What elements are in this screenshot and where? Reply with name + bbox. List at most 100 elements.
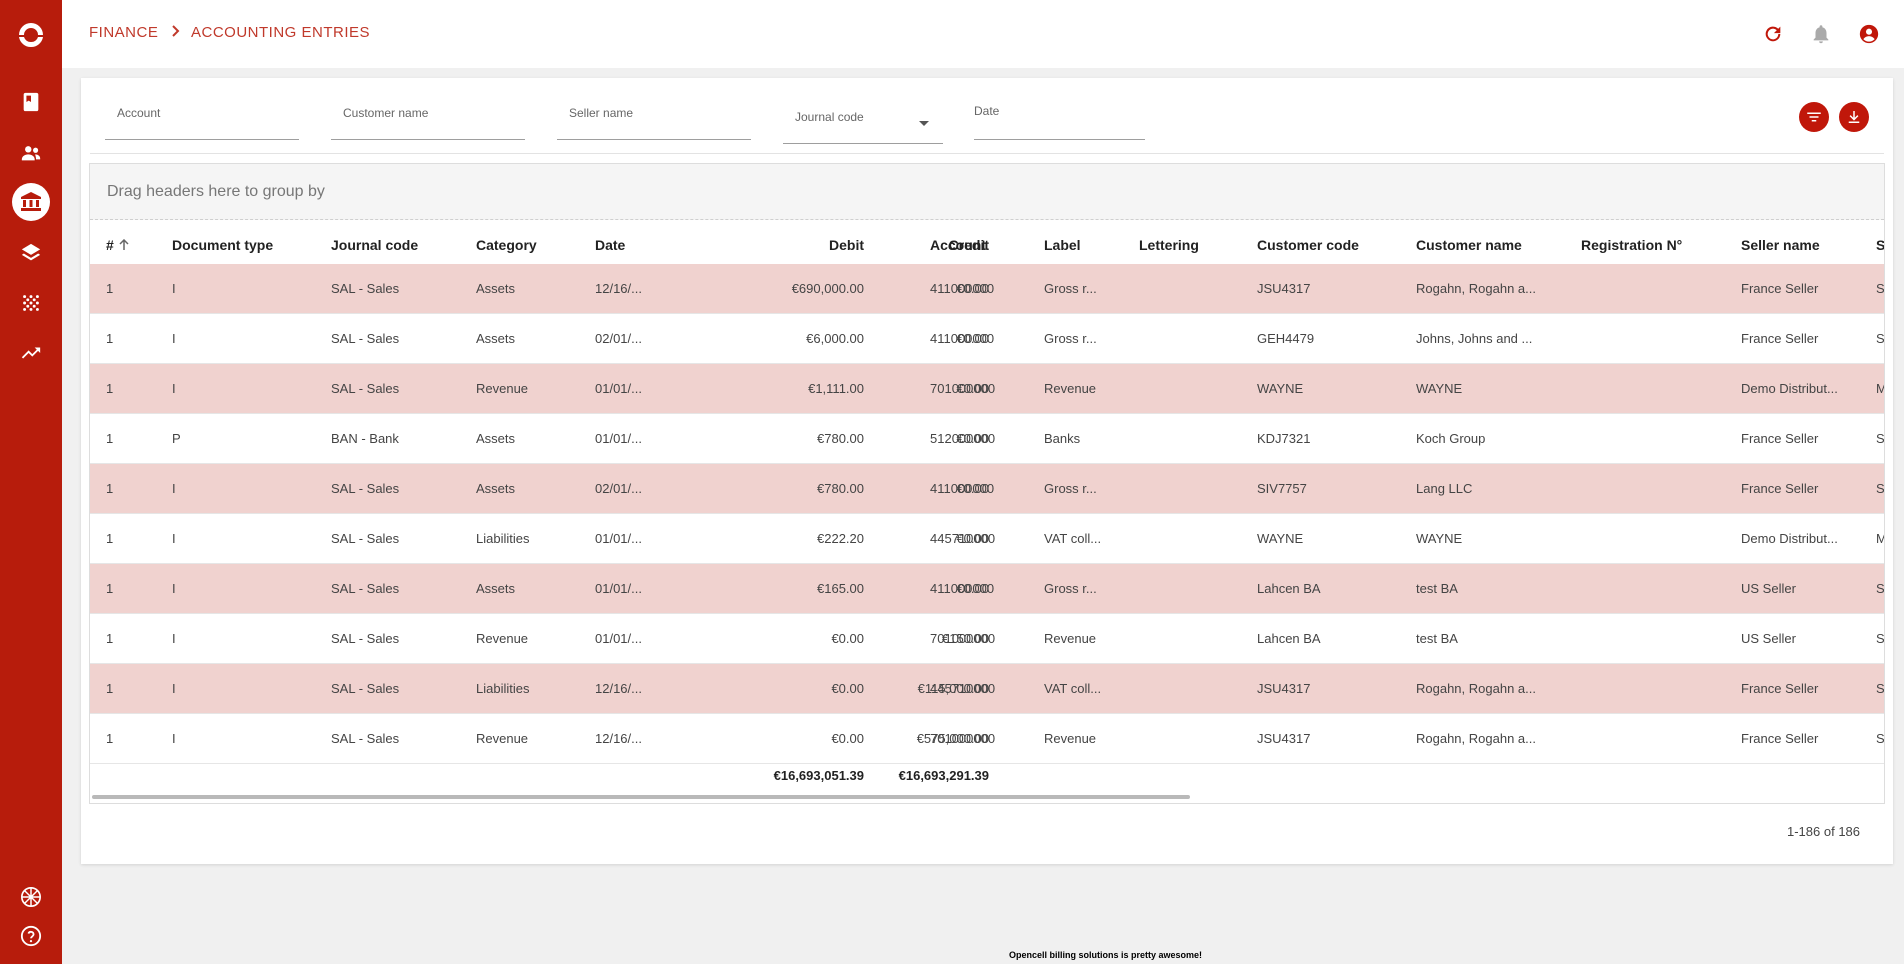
filter-button[interactable] — [1799, 102, 1829, 132]
table-row[interactable]: 1 I SAL - Sales Revenue 01/01/... €0.00 €150.0… — [90, 614, 1884, 664]
breadcrumb-finance[interactable]: FINANCE — [89, 24, 158, 41]
cell-document-type: P — [172, 431, 181, 446]
column-header-category[interactable]: Category — [476, 237, 537, 253]
layers-icon[interactable] — [17, 239, 45, 267]
journal-code-select-label: Journal code — [795, 110, 864, 124]
cell-category: Assets — [476, 281, 516, 296]
cell-seller-name: US Seller — [1741, 581, 1796, 596]
bank-icon[interactable] — [12, 183, 50, 221]
cell-document-type: I — [172, 631, 176, 646]
cell-account: 411000000 — [930, 281, 995, 296]
column-header-seller-name[interactable]: Seller name — [1741, 237, 1820, 253]
table-row[interactable]: 1 I SAL - Sales Revenue 01/01/... €1,111.00 €0… — [90, 364, 1884, 414]
cell-customer-name: test BA — [1416, 581, 1458, 596]
cell-date: 01/01/... — [595, 631, 642, 646]
cell-seller-name: France Seller — [1741, 281, 1819, 296]
column-header-journal-code[interactable]: Journal code — [331, 237, 418, 253]
users-icon[interactable] — [17, 139, 45, 167]
cell-journal-code: SAL - Sales — [331, 581, 400, 596]
column-header-registration-number[interactable]: Registration N° — [1581, 237, 1682, 253]
trending-up-icon[interactable] — [17, 339, 45, 367]
cell-number: 1 — [106, 431, 114, 446]
table-row[interactable]: 1 I SAL - Sales Assets 01/01/... €165.00 €0.00… — [90, 564, 1884, 614]
column-header-number[interactable]: # — [106, 237, 130, 253]
cell-document-type: I — [172, 481, 176, 496]
journal-code-select[interactable]: Journal code — [783, 100, 943, 144]
customer-name-filter[interactable]: Customer name — [331, 100, 525, 140]
cell-account: 411000000 — [930, 481, 995, 496]
column-header-date[interactable]: Date — [595, 237, 625, 253]
horizontal-scrollbar[interactable] — [92, 795, 1190, 799]
cell-customer-name: Koch Group — [1416, 431, 1486, 446]
total-debit: €16,693,051.39 — [773, 768, 864, 783]
cell-seller-name: France Seller — [1741, 681, 1819, 696]
cell-date: 01/01/... — [595, 531, 642, 546]
dots-grid-icon[interactable] — [17, 289, 45, 317]
sidebar — [0, 0, 62, 964]
cell-number: 1 — [106, 481, 114, 496]
cell-category: Revenue — [476, 631, 529, 646]
cell-debit: €780.00 — [817, 431, 864, 446]
download-button[interactable] — [1839, 102, 1869, 132]
cell-seller-name: Demo Distribut... — [1741, 381, 1838, 396]
column-header-truncated[interactable]: S — [1876, 237, 1884, 253]
column-header-customer-name[interactable]: Customer name — [1416, 237, 1522, 253]
cell-journal-code: SAL - Sales — [331, 281, 400, 296]
account-filter-label: Account — [117, 106, 161, 120]
cell-document-type: I — [172, 531, 176, 546]
cell-customer-name: Johns, Johns and ... — [1416, 331, 1533, 346]
date-filter-label: Date — [974, 104, 1000, 118]
cell-category: Assets — [476, 581, 516, 596]
cell-date: 01/01/... — [595, 581, 642, 596]
table-row[interactable]: 1 I SAL - Sales Assets 02/01/... €6,000.00 €0.… — [90, 314, 1884, 364]
table-row[interactable]: 1 I SAL - Sales Liabilities 12/16/... €0.00 €1… — [90, 664, 1884, 714]
cell-debit: €1,111.00 — [808, 381, 864, 396]
cell-seller-name: US Seller — [1741, 631, 1796, 646]
arrow-up-icon — [119, 238, 129, 250]
group-by-panel[interactable]: Drag headers here to group by — [90, 164, 1884, 220]
column-header-label[interactable]: Label — [1044, 237, 1081, 253]
column-header-account[interactable]: Account — [930, 237, 986, 253]
cell-truncated: S — [1876, 481, 1885, 496]
cell-journal-code: SAL - Sales — [331, 681, 400, 696]
cell-number: 1 — [106, 531, 114, 546]
opencell-logo[interactable] — [16, 20, 46, 50]
cell-label: Gross r... — [1044, 581, 1097, 596]
cell-truncated: M — [1876, 531, 1884, 546]
footer-text: Opencell billing solutions is pretty awe… — [1009, 950, 1203, 960]
column-header-document-type[interactable]: Document type — [172, 237, 273, 253]
cell-label: Revenue — [1044, 381, 1097, 396]
column-header-customer-code[interactable]: Customer code — [1257, 237, 1359, 253]
cell-number: 1 — [106, 631, 114, 646]
column-header-debit[interactable]: Debit — [740, 237, 864, 253]
cell-label: Gross r... — [1044, 331, 1097, 346]
cell-debit: €0.00 — [831, 631, 864, 646]
refresh-icon[interactable] — [1761, 22, 1785, 46]
cell-number: 1 — [106, 731, 114, 746]
download-icon — [1848, 111, 1860, 123]
help-icon[interactable] — [17, 922, 45, 950]
cell-date: 01/01/... — [595, 431, 642, 446]
date-filter[interactable]: Date — [974, 100, 1145, 140]
account-filter[interactable]: Account — [105, 100, 299, 140]
cell-date: 12/16/... — [595, 731, 642, 746]
flag-uk-icon[interactable] — [17, 883, 45, 911]
table-row[interactable]: 1 I SAL - Sales Assets 12/16/... €690,000.00 €… — [90, 264, 1884, 314]
cell-label: Gross r... — [1044, 481, 1097, 496]
cell-document-type: I — [172, 281, 176, 296]
column-header-lettering[interactable]: Lettering — [1139, 237, 1199, 253]
account-circle-icon[interactable] — [1857, 22, 1881, 46]
book-icon[interactable] — [17, 88, 45, 116]
cell-seller-name: France Seller — [1741, 431, 1819, 446]
table-row[interactable]: 1 P BAN - Bank Assets 01/01/... €780.00 €0.00 5… — [90, 414, 1884, 464]
table-row[interactable]: 1 I SAL - Sales Assets 02/01/... €780.00 €0.00… — [90, 464, 1885, 514]
cell-number: 1 — [106, 381, 114, 396]
seller-name-filter[interactable]: Seller name — [557, 100, 751, 140]
accounting-entries-card: Account Customer name Seller name Journa… — [81, 78, 1893, 864]
cell-customer-name: Rogahn, Rogahn a... — [1416, 731, 1536, 746]
cell-date: 02/01/... — [595, 331, 642, 346]
table-row[interactable]: 1 I SAL - Sales Revenue 12/16/... €0.00 €575,0… — [90, 714, 1884, 764]
cell-customer-code: JSU4317 — [1257, 281, 1311, 296]
table-row[interactable]: 1 I SAL - Sales Liabilities 01/01/... €222.20… — [90, 514, 1884, 564]
notifications-bell-icon[interactable] — [1809, 22, 1833, 46]
